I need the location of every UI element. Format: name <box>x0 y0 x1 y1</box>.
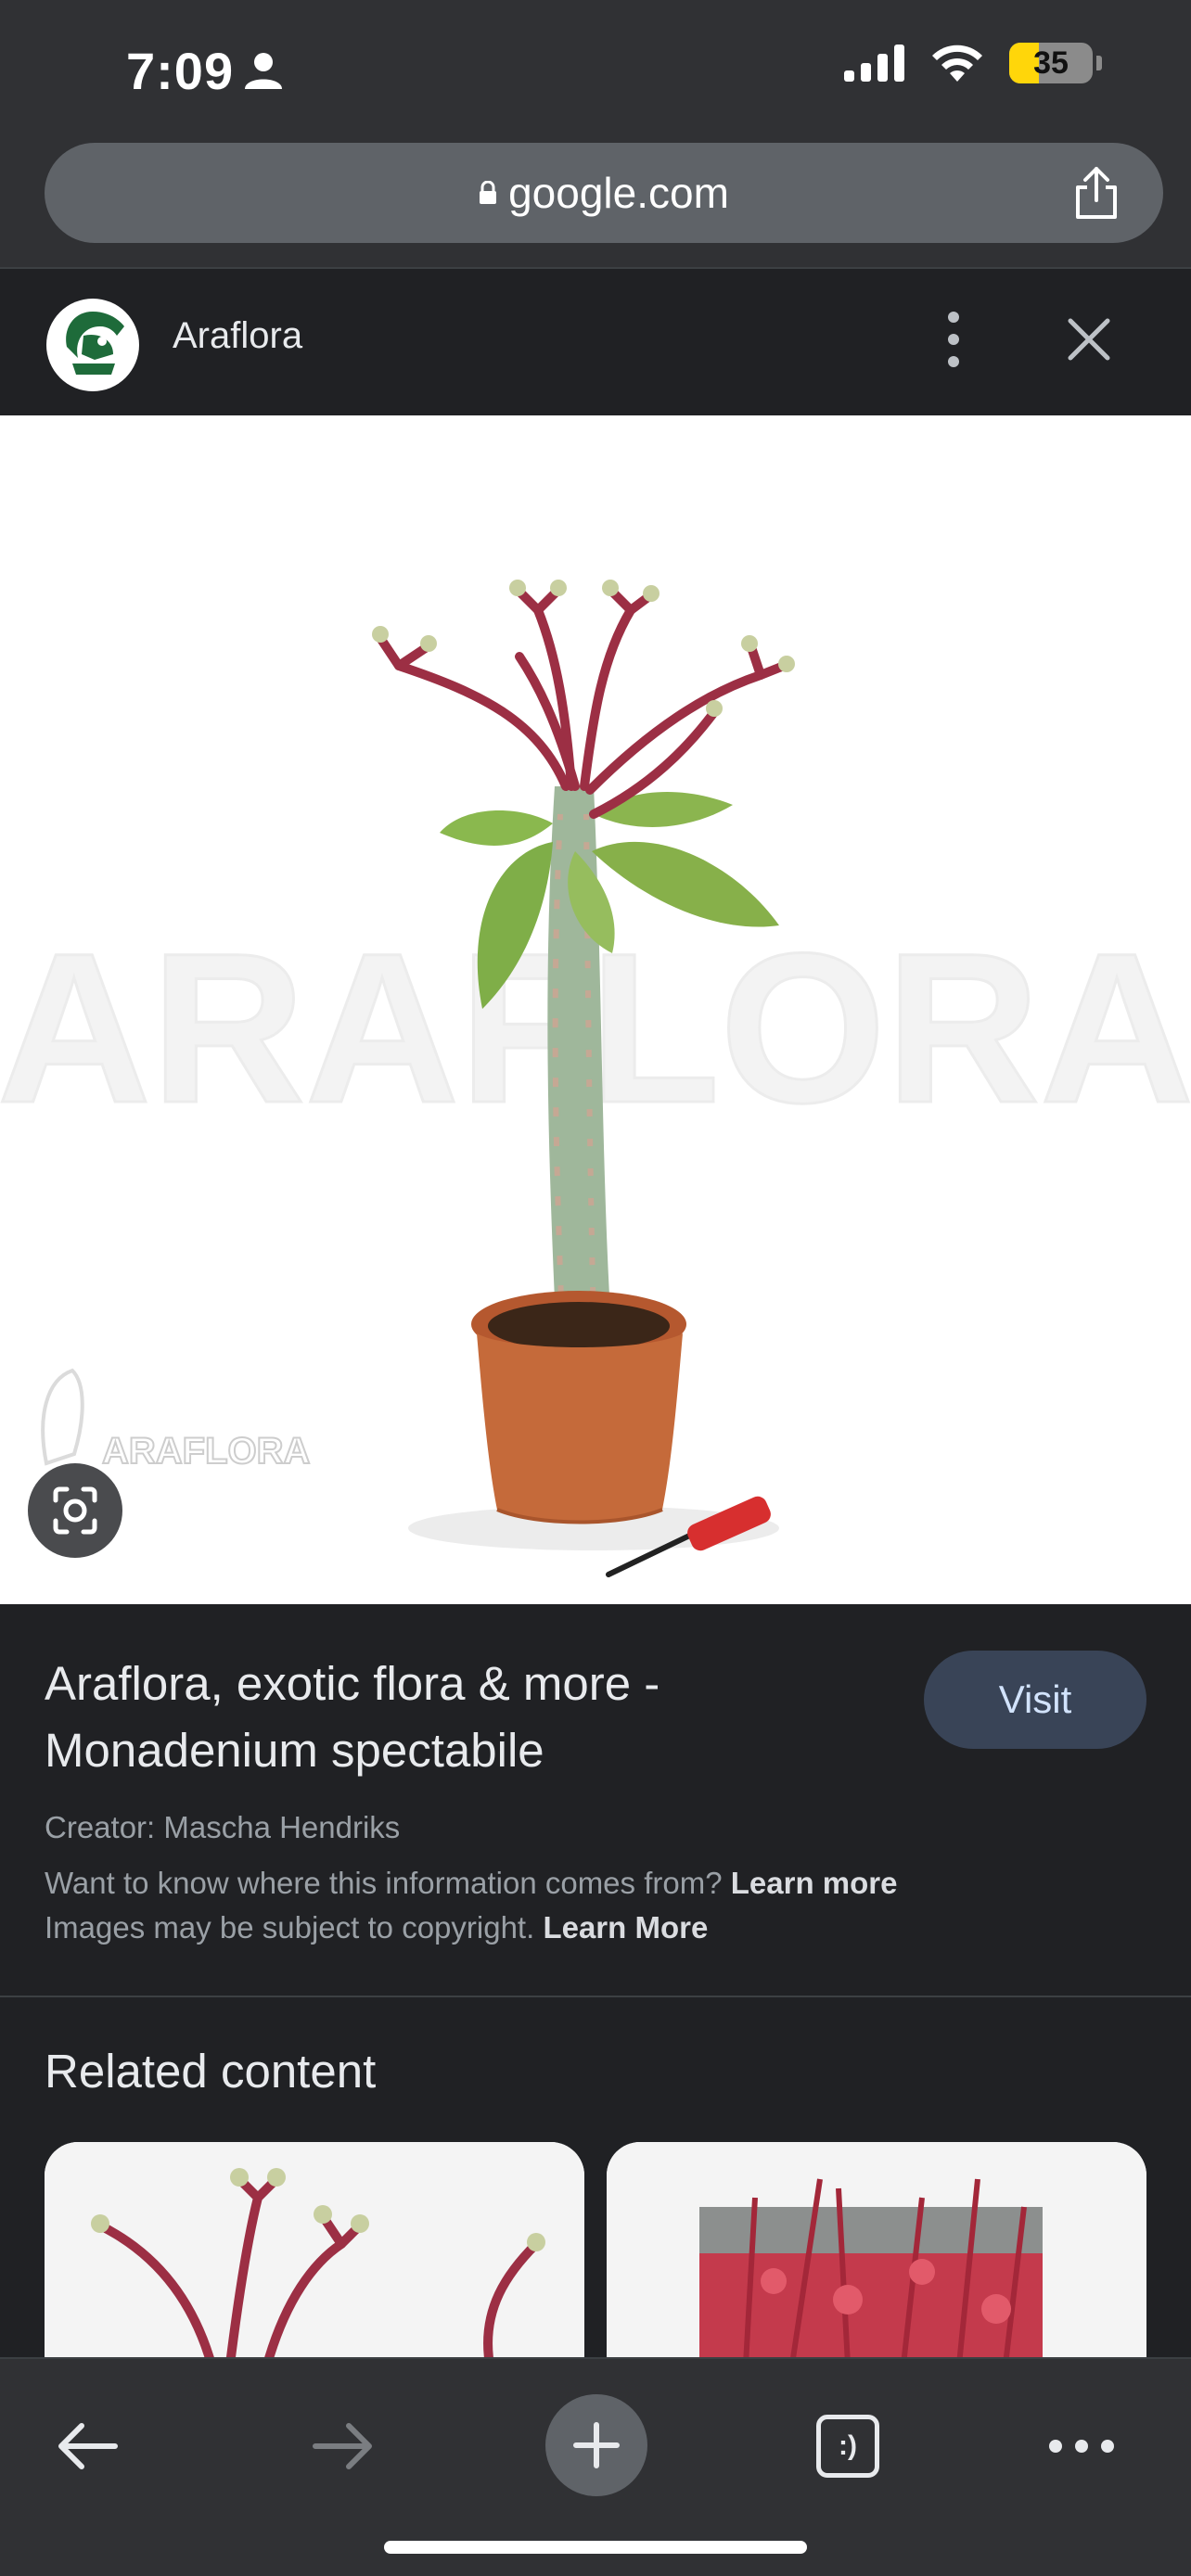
info-source-learn-more-link[interactable]: Learn more <box>731 1866 898 1900</box>
more-vert-icon[interactable] <box>933 306 974 373</box>
status-bar: 7:09 35 <box>0 0 1191 139</box>
image-info: Araflora, exotic flora & more - Monadeni… <box>0 1604 1191 1997</box>
copyright-line: Images may be subject to copyright. Lear… <box>45 1910 708 1945</box>
related-card[interactable] <box>45 2142 584 2365</box>
back-arrow-icon <box>58 2423 118 2469</box>
related-thumbnail <box>607 2142 1146 2365</box>
source-name[interactable]: Araflora <box>173 315 302 357</box>
status-time: 7:09 <box>126 42 235 100</box>
related-thumbnail <box>45 2142 584 2365</box>
tab-switcher-button[interactable]: :) <box>801 2400 894 2493</box>
battery-icon: 35 <box>1009 43 1093 83</box>
share-icon[interactable] <box>1067 163 1126 223</box>
main-image[interactable]: ARAFLORA <box>0 415 1191 1604</box>
related-card[interactable] <box>607 2142 1146 2365</box>
forward-arrow-icon <box>313 2423 372 2469</box>
more-horiz-icon <box>1049 2440 1114 2453</box>
back-button[interactable] <box>41 2400 134 2493</box>
copyright-learn-more-link[interactable]: Learn More <box>543 1910 708 1945</box>
parrot-logo-icon[interactable] <box>46 299 139 391</box>
address-bar[interactable]: google.com <box>45 143 1163 243</box>
plus-icon <box>573 2422 620 2468</box>
menu-button[interactable] <box>1035 2400 1128 2493</box>
lock-icon <box>480 181 497 204</box>
person-icon <box>245 53 282 89</box>
home-indicator[interactable] <box>384 2541 807 2554</box>
tab-switcher-icon: :) <box>816 2415 879 2478</box>
image-title[interactable]: Araflora, exotic flora & more - Monadeni… <box>45 1651 879 1784</box>
url-text: google.com <box>508 169 729 217</box>
new-tab-button[interactable] <box>545 2394 647 2496</box>
wifi-icon <box>932 45 982 82</box>
status-icons: 35 <box>844 43 1102 83</box>
address-bar-area: google.com <box>0 139 1191 269</box>
close-icon[interactable] <box>1061 312 1117 367</box>
plant-photo: ARAFLORA <box>0 580 1191 1577</box>
battery-level: 35 <box>1033 45 1069 81</box>
forward-button[interactable] <box>297 2400 390 2493</box>
corner-logo-text: ARAFLORA <box>102 1431 310 1472</box>
source-header: Araflora <box>0 269 1191 415</box>
related-content-heading: Related content <box>45 2045 377 2098</box>
battery-tip <box>1096 56 1102 70</box>
visit-button[interactable]: Visit <box>924 1651 1146 1749</box>
creator-credit: Creator: Mascha Hendriks <box>45 1810 401 1844</box>
google-lens-button[interactable] <box>28 1463 122 1558</box>
copyright-text: Images may be subject to copyright. <box>45 1910 535 1945</box>
cellular-signal-icon <box>844 45 904 82</box>
info-source-text: Want to know where this information come… <box>45 1866 723 1900</box>
google-lens-icon <box>53 1486 97 1535</box>
info-source-line: Want to know where this information come… <box>45 1866 897 1901</box>
